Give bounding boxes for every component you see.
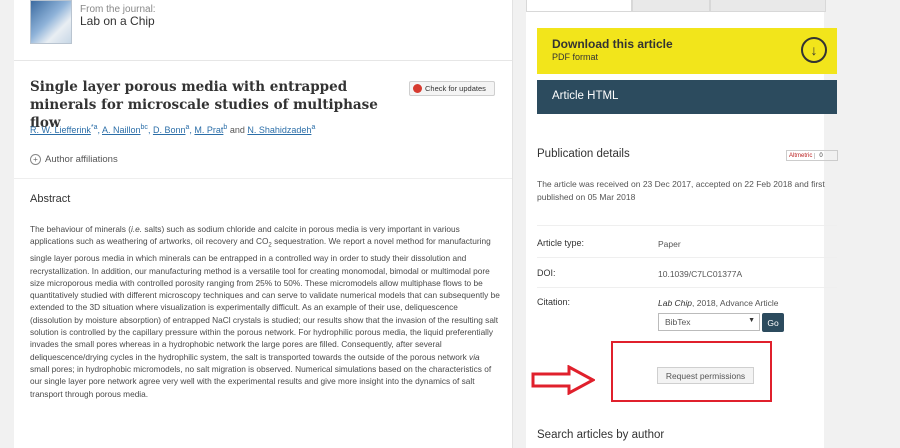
divider (537, 257, 837, 258)
article-type-value: Paper (658, 239, 681, 249)
author-sup: b (223, 124, 228, 131)
citation-value: Lab Chip, 2018, Advance Article (658, 298, 779, 308)
author-affiliations-label: Author affiliations (45, 154, 118, 165)
author-link[interactable]: N. Shahidzadeh (247, 125, 311, 135)
authors-and: and (229, 125, 245, 135)
sidebar-tab[interactable] (526, 0, 632, 12)
journal-name-link[interactable]: Lab on a Chip (80, 14, 155, 28)
download-title: Download this article (552, 37, 673, 51)
caret-down-icon: ▼ (748, 317, 755, 324)
journal-cover-image[interactable] (30, 0, 72, 44)
request-permissions-button[interactable]: Request permissions (657, 367, 754, 384)
check-for-updates-button[interactable]: Check for updates (409, 81, 495, 96)
author-link[interactable]: M. Prat (194, 125, 223, 135)
author-sup: a (185, 124, 190, 131)
author-affiliations-toggle[interactable]: + Author affiliations (30, 154, 118, 165)
article-type-label: Article type: (537, 238, 585, 248)
citation-format-select[interactable]: BibTex ▼ (658, 313, 760, 331)
citation-label: Citation: (537, 297, 571, 307)
divider (14, 60, 512, 61)
download-icon: ↓ (801, 37, 827, 63)
citation-format-value: BibTex (665, 317, 691, 327)
divider (537, 287, 837, 288)
publication-details-heading: Publication details (537, 148, 630, 160)
check-for-updates-label: Check for updates (425, 84, 486, 93)
download-subtitle: PDF format (552, 52, 599, 62)
doi-value[interactable]: 10.1039/C7LC01377A (658, 269, 742, 279)
citation-go-button[interactable]: Go (762, 313, 784, 332)
doi-label: DOI: (537, 268, 556, 278)
altmetric-badge[interactable]: Altmetric 0 (786, 150, 838, 161)
publication-history: The article was received on 23 Dec 2017,… (537, 179, 825, 202)
search-by-author-heading: Search articles by author (537, 429, 665, 441)
sidebar-tab[interactable] (632, 0, 710, 12)
divider (537, 225, 837, 226)
author-list: R. W. Liefferink*a, A. Naillonbc, D. Bon… (30, 124, 316, 135)
abstract-text: The behaviour of minerals (i.e. salts) s… (30, 224, 500, 399)
red-arrow-annotation (531, 365, 595, 395)
sidebar-tab[interactable] (710, 0, 826, 12)
author-link[interactable]: D. Bonn (153, 125, 186, 135)
author-sup: a (311, 124, 316, 131)
author-sup: *a (90, 124, 98, 131)
altmetric-label: Altmetric (787, 152, 816, 159)
article-html-button[interactable]: Article HTML (537, 80, 837, 114)
author-link[interactable]: A. Naillon (102, 125, 141, 135)
altmetric-count: 0 (819, 152, 823, 159)
author-sup: bc (140, 124, 148, 131)
download-article-button[interactable]: Download this article PDF format ↓ (537, 28, 837, 74)
crossmark-icon (413, 84, 422, 93)
divider (14, 178, 512, 179)
author-link[interactable]: R. W. Liefferink (30, 125, 91, 135)
abstract-heading: Abstract (30, 193, 71, 205)
plus-circle-icon: + (30, 154, 41, 165)
